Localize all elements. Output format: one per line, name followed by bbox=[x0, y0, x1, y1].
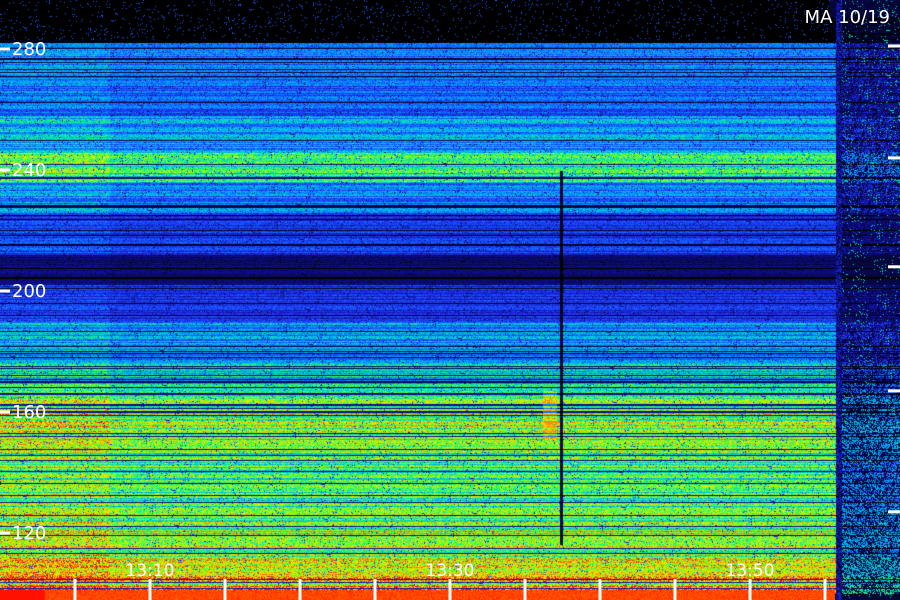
right-axis-ticks bbox=[888, 44, 900, 514]
y-tick-label: 160 bbox=[12, 402, 46, 423]
x-tick-label: 13:10 bbox=[126, 561, 175, 581]
x-axis: 13:10 13:30 13:50 bbox=[73, 561, 827, 600]
y-tick-label: 200 bbox=[12, 281, 46, 302]
x-tick-label: 13:30 bbox=[426, 561, 475, 581]
y-axis: 280 240 200 160 120 bbox=[0, 39, 46, 544]
y-tick-label: 280 bbox=[12, 39, 46, 60]
chart-overlay: 280 240 200 160 120 13:10 13:30 13:50 MA 10/19 bbox=[0, 7, 900, 600]
x-tick-label: 13:50 bbox=[725, 561, 774, 581]
corner-label: MA 10/19 bbox=[805, 7, 890, 28]
y-tick-label: 120 bbox=[12, 523, 46, 544]
y-tick-label: 240 bbox=[12, 160, 46, 181]
